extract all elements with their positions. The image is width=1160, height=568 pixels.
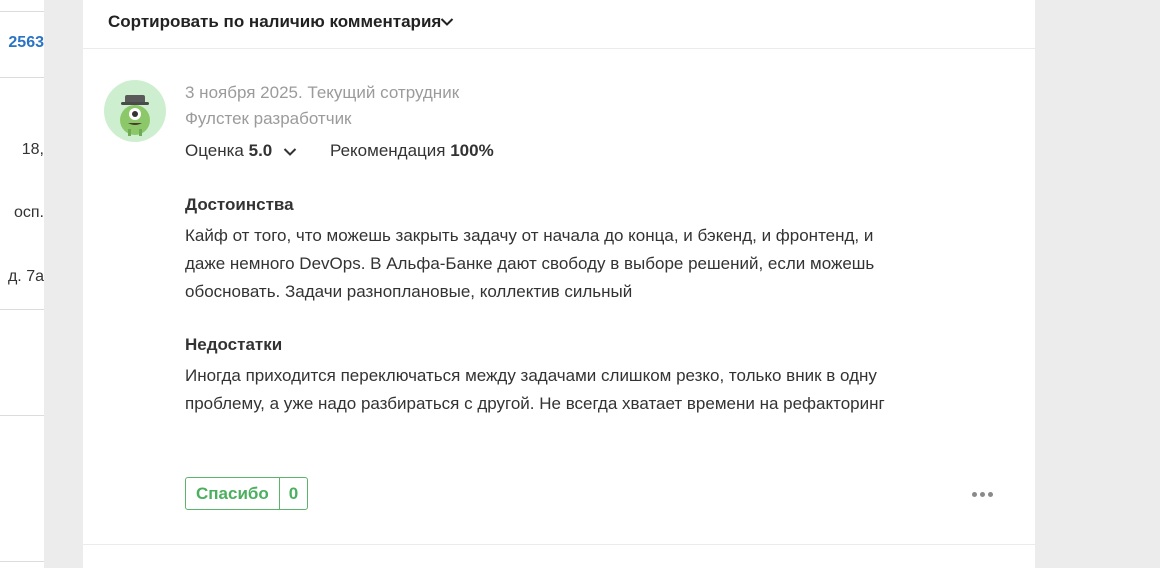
thanks-button[interactable]: Спасибо 0 bbox=[185, 477, 309, 510]
cons-title: Недостатки bbox=[185, 335, 283, 354]
green-monster-avatar-icon bbox=[120, 95, 150, 136]
sort-bar[interactable]: Сортировать по наличию комментария bbox=[83, 0, 1035, 49]
review-card: Сортировать по наличию комментария 3 ноя… bbox=[83, 0, 1035, 568]
more-dots-icon[interactable] bbox=[972, 492, 996, 500]
rating-value: 5.0 bbox=[248, 141, 273, 160]
review-date-status: 3 ноября 2025. Текущий сотрудник bbox=[185, 83, 460, 102]
cons-text: Иногда приходится переключаться между за… bbox=[185, 366, 885, 413]
recommend-value: 100% bbox=[450, 141, 494, 160]
thanks-label[interactable]: Спасибо bbox=[186, 478, 279, 509]
recommendation: Рекомендация 100% bbox=[330, 141, 494, 161]
page: 2563 18, осп. д. 7а Сортировать по налич… bbox=[0, 0, 1160, 568]
left-text-1: 18, bbox=[21, 141, 44, 158]
divider bbox=[0, 561, 44, 562]
left-link-number[interactable]: 2563 bbox=[8, 34, 44, 52]
recommend-label: Рекомендация bbox=[330, 141, 446, 160]
left-text-3: д. 7а bbox=[7, 268, 44, 285]
divider bbox=[0, 309, 44, 310]
divider bbox=[0, 415, 44, 416]
pros-title: Достоинства bbox=[185, 195, 294, 214]
rating-label: Оценка bbox=[185, 141, 244, 160]
chevron-down-icon[interactable] bbox=[283, 147, 297, 157]
divider bbox=[0, 77, 44, 78]
thanks-count: 0 bbox=[278, 478, 307, 509]
avatar bbox=[104, 80, 166, 142]
left-text-2: осп. bbox=[13, 204, 44, 221]
sort-label[interactable]: Сортировать по наличию комментария bbox=[108, 12, 441, 32]
divider bbox=[83, 544, 1035, 545]
review-position: Фулстек разработчик bbox=[185, 109, 352, 128]
divider bbox=[0, 11, 44, 12]
rating[interactable]: Оценка 5.0 bbox=[185, 141, 297, 161]
chevron-down-icon[interactable] bbox=[440, 17, 454, 27]
pros-text: Кайф от того, что можешь закрыть задачу … bbox=[185, 226, 875, 301]
left-sidebar-clipped: 2563 18, осп. д. 7а bbox=[0, 0, 44, 568]
